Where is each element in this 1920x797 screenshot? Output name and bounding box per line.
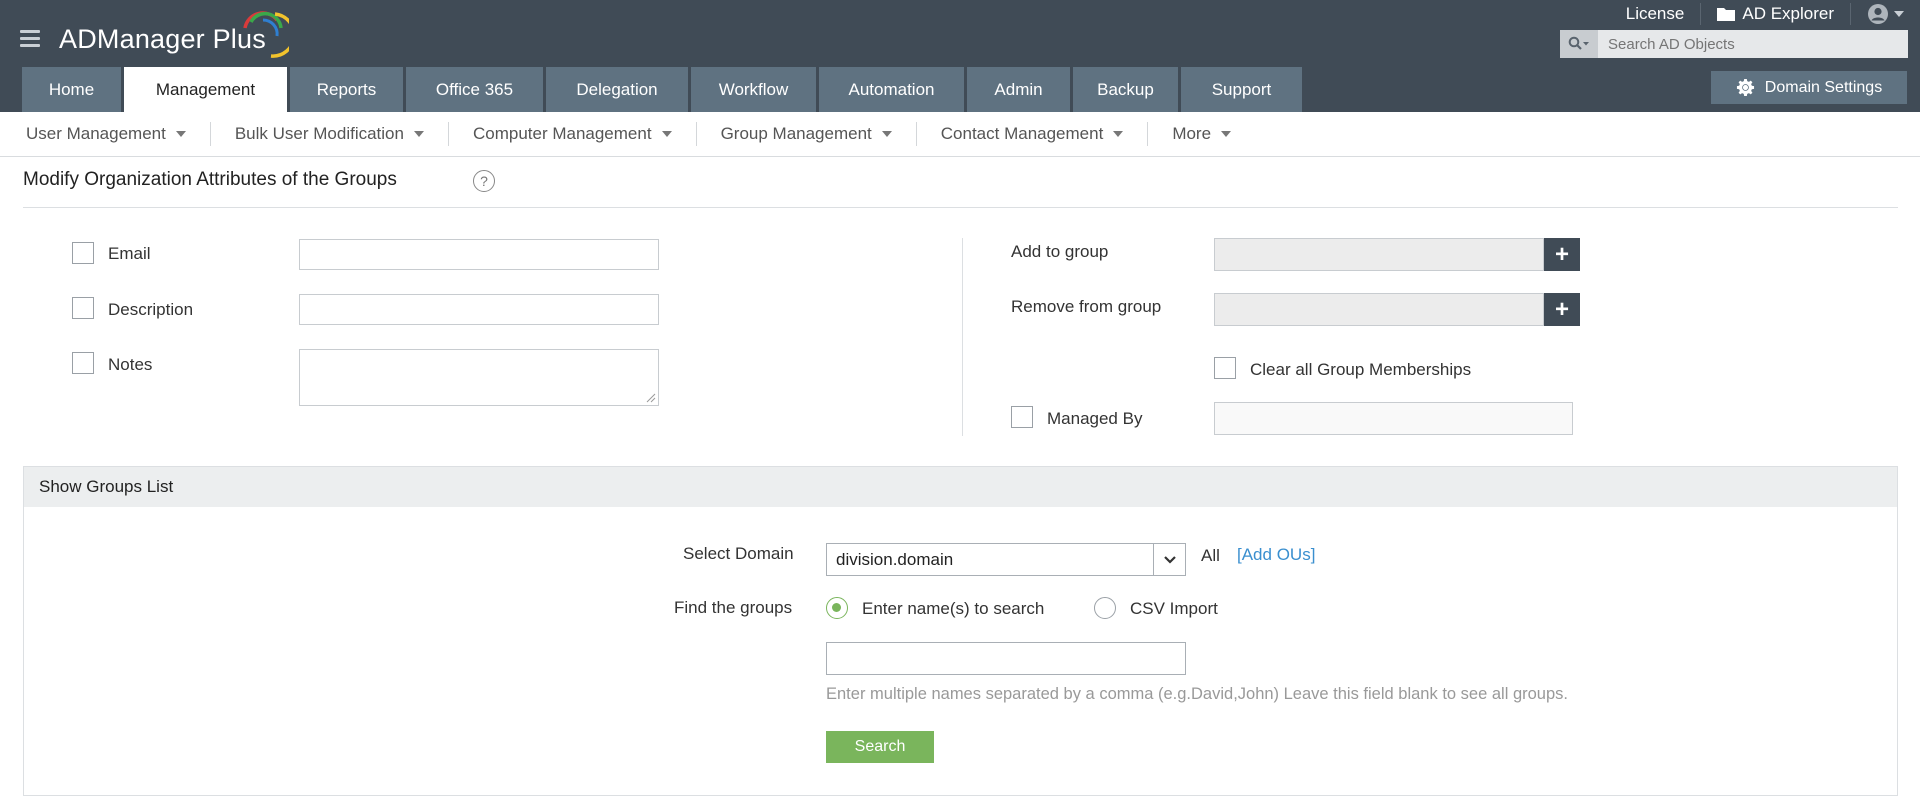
license-label: License: [1625, 4, 1685, 23]
notes-textarea[interactable]: [299, 349, 659, 406]
title-divider: [23, 207, 1898, 208]
subnav-label: Computer Management: [472, 124, 652, 143]
sub-navigation: User Management Bulk User Modification C…: [0, 112, 1920, 157]
domain-select-value: division.domain: [836, 549, 954, 569]
email-field[interactable]: [299, 239, 659, 270]
panel-header: Show Groups List: [24, 467, 1897, 507]
user-avatar-icon: [1868, 4, 1888, 24]
subnav-label: More: [1172, 124, 1212, 143]
subnav-computer-management[interactable]: Computer Management: [449, 112, 696, 157]
license-link[interactable]: License: [1610, 4, 1701, 24]
subnav-label: User Management: [26, 124, 166, 143]
select-domain-label: Select Domain: [683, 544, 794, 563]
ad-explorer-label: AD Explorer: [1742, 4, 1834, 23]
notes-checkbox[interactable]: [72, 352, 94, 374]
add-to-group-field[interactable]: [1214, 238, 1544, 271]
ad-search-box: [1560, 30, 1908, 58]
subnav-group-management[interactable]: Group Management: [697, 112, 916, 157]
search-icon[interactable]: [1560, 30, 1598, 58]
clear-memberships-label: Clear all Group Memberships: [1250, 360, 1472, 379]
subnav-label: Group Management: [720, 124, 872, 143]
search-button[interactable]: Search: [826, 731, 934, 763]
domain-settings-label: Domain Settings: [1764, 78, 1883, 96]
gear-icon: [1736, 78, 1754, 97]
remove-from-group-label: Remove from group: [1011, 297, 1162, 316]
tab-delegation[interactable]: Delegation: [546, 67, 688, 112]
managed-by-label: Managed By: [1047, 409, 1143, 428]
tab-admin[interactable]: Admin: [967, 67, 1070, 112]
groups-list-panel: Show Groups List: [23, 466, 1898, 796]
tab-support[interactable]: Support: [1181, 67, 1302, 112]
radio-csv-import-label: CSV Import: [1130, 599, 1218, 618]
all-ous-label: All: [1201, 546, 1220, 565]
add-to-group-plus-button[interactable]: +: [1544, 238, 1580, 271]
tab-reports[interactable]: Reports: [290, 67, 403, 112]
description-label: Description: [108, 300, 194, 319]
app-header: ADManager Plus License AD Explorer Home …: [0, 0, 1920, 112]
ad-explorer-link[interactable]: AD Explorer: [1701, 4, 1850, 24]
subnav-contact-management[interactable]: Contact Management: [917, 112, 1148, 157]
help-icon[interactable]: ?: [473, 170, 495, 192]
tab-automation[interactable]: Automation: [819, 67, 964, 112]
subnav-user-management[interactable]: User Management: [2, 112, 210, 157]
tab-home[interactable]: Home: [22, 67, 121, 112]
logo-text: ADManager Plus: [59, 24, 266, 54]
tab-backup[interactable]: Backup: [1073, 67, 1178, 112]
radio-enter-names[interactable]: [826, 597, 848, 619]
main-tabs: Home Management Reports Office 365 Deleg…: [22, 67, 1305, 112]
domain-select[interactable]: division.domain: [826, 543, 1186, 576]
radio-enter-names-label: Enter name(s) to search: [862, 599, 1045, 618]
chevron-down-icon: [413, 131, 424, 137]
add-ous-link[interactable]: [Add OUs]: [1237, 545, 1315, 565]
chevron-down-icon: [175, 131, 186, 137]
tab-management[interactable]: Management: [124, 67, 287, 112]
chevron-down-icon: [1113, 131, 1124, 137]
chevron-down-icon: [661, 131, 672, 137]
search-hint-text: Enter multiple names separated by a comm…: [826, 685, 1568, 703]
subnav-label: Bulk User Modification: [234, 124, 404, 143]
subnav-more[interactable]: More: [1148, 112, 1255, 157]
clear-memberships-checkbox[interactable]: [1214, 357, 1236, 379]
managed-by-field[interactable]: [1214, 402, 1573, 435]
radio-csv-import[interactable]: [1094, 597, 1116, 619]
notes-label: Notes: [108, 355, 153, 374]
hamburger-menu-icon[interactable]: [20, 30, 40, 48]
resize-handle-icon[interactable]: [646, 393, 656, 403]
page-title: Modify Organization Attributes of the Gr…: [23, 169, 397, 190]
subnav-bulk-user-modification[interactable]: Bulk User Modification: [211, 112, 448, 157]
email-checkbox[interactable]: [72, 242, 94, 264]
subnav-label: Contact Management: [940, 124, 1104, 143]
description-field[interactable]: [299, 294, 659, 325]
tab-workflow[interactable]: Workflow: [691, 67, 816, 112]
user-menu[interactable]: [1851, 3, 1920, 25]
tab-office-365[interactable]: Office 365: [406, 67, 543, 112]
logo-arc-icon: [243, 11, 289, 58]
domain-settings-button[interactable]: Domain Settings: [1711, 71, 1907, 104]
email-label: Email: [108, 244, 151, 263]
add-to-group-label: Add to group: [1011, 242, 1109, 261]
chevron-down-icon[interactable]: [1153, 544, 1185, 575]
managed-by-checkbox[interactable]: [1011, 406, 1033, 428]
column-divider: [962, 238, 963, 436]
description-checkbox[interactable]: [72, 297, 94, 319]
group-names-input[interactable]: [826, 642, 1186, 675]
find-groups-label: Find the groups: [674, 598, 793, 617]
remove-from-group-plus-button[interactable]: +: [1544, 293, 1580, 326]
chevron-down-icon: [881, 131, 892, 137]
folder-icon: [1717, 8, 1736, 21]
chevron-down-icon: [1894, 11, 1904, 17]
ad-search-input[interactable]: [1598, 30, 1908, 58]
top-links: License AD Explorer: [1610, 0, 1920, 28]
remove-from-group-field[interactable]: [1214, 293, 1544, 326]
chevron-down-icon: [1221, 131, 1232, 137]
